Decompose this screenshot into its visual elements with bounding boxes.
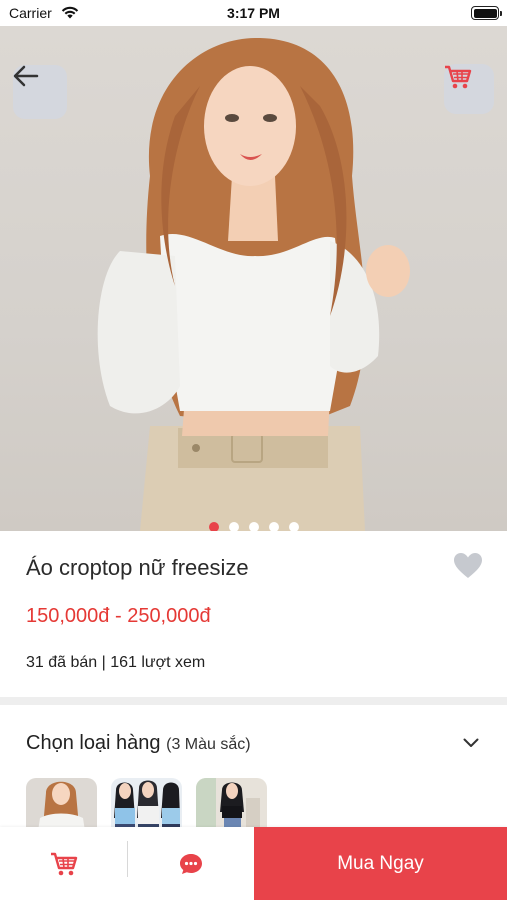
chevron-down-icon bbox=[463, 738, 479, 747]
product-image-carousel[interactable] bbox=[0, 26, 507, 531]
carousel-dot-5[interactable] bbox=[288, 522, 299, 531]
expand-variants-button[interactable] bbox=[463, 735, 479, 753]
back-button[interactable] bbox=[13, 65, 67, 119]
variant-label: Chọn loại hàng bbox=[26, 732, 161, 754]
buy-now-button[interactable]: Mua Ngay bbox=[254, 827, 507, 900]
bottom-action-bar: Mua Ngay bbox=[0, 827, 507, 900]
cart-button[interactable] bbox=[444, 64, 494, 114]
carousel-dot-3[interactable] bbox=[248, 522, 259, 531]
product-title: Áo croptop nữ freesize bbox=[26, 555, 249, 580]
sales-stats: 31 đã bán | 161 lượt xem bbox=[26, 654, 206, 671]
favorite-button[interactable] bbox=[453, 552, 483, 584]
carousel-dot-1[interactable] bbox=[208, 522, 219, 531]
carousel-dot-4[interactable] bbox=[268, 522, 279, 531]
chat-button[interactable] bbox=[127, 827, 254, 900]
price-range: 150,000đ - 250,000đ bbox=[26, 605, 211, 627]
variant-title: Chọn loại hàng (3 Màu sắc) bbox=[26, 732, 251, 755]
product-info: Áo croptop nữ freesize 150,000đ - 250,00… bbox=[0, 531, 507, 697]
cart-icon bbox=[50, 852, 77, 875]
heart-icon bbox=[454, 553, 482, 578]
variant-selector[interactable]: Chọn loại hàng (3 Màu sắc) bbox=[0, 705, 507, 838]
chat-icon bbox=[179, 853, 202, 874]
status-bar: Carrier 3:17 PM bbox=[0, 0, 507, 26]
carousel-dot-2[interactable] bbox=[228, 522, 239, 531]
carousel-indicator bbox=[0, 522, 507, 531]
product-photo bbox=[97, 37, 410, 531]
add-to-cart-button[interactable] bbox=[0, 827, 127, 900]
arrow-left-icon bbox=[13, 65, 39, 87]
variant-count: (3 Màu sắc) bbox=[166, 736, 251, 753]
battery-icon bbox=[471, 6, 502, 20]
clock: 3:17 PM bbox=[227, 5, 280, 21]
section-divider bbox=[0, 697, 507, 705]
cart-icon bbox=[445, 65, 472, 89]
